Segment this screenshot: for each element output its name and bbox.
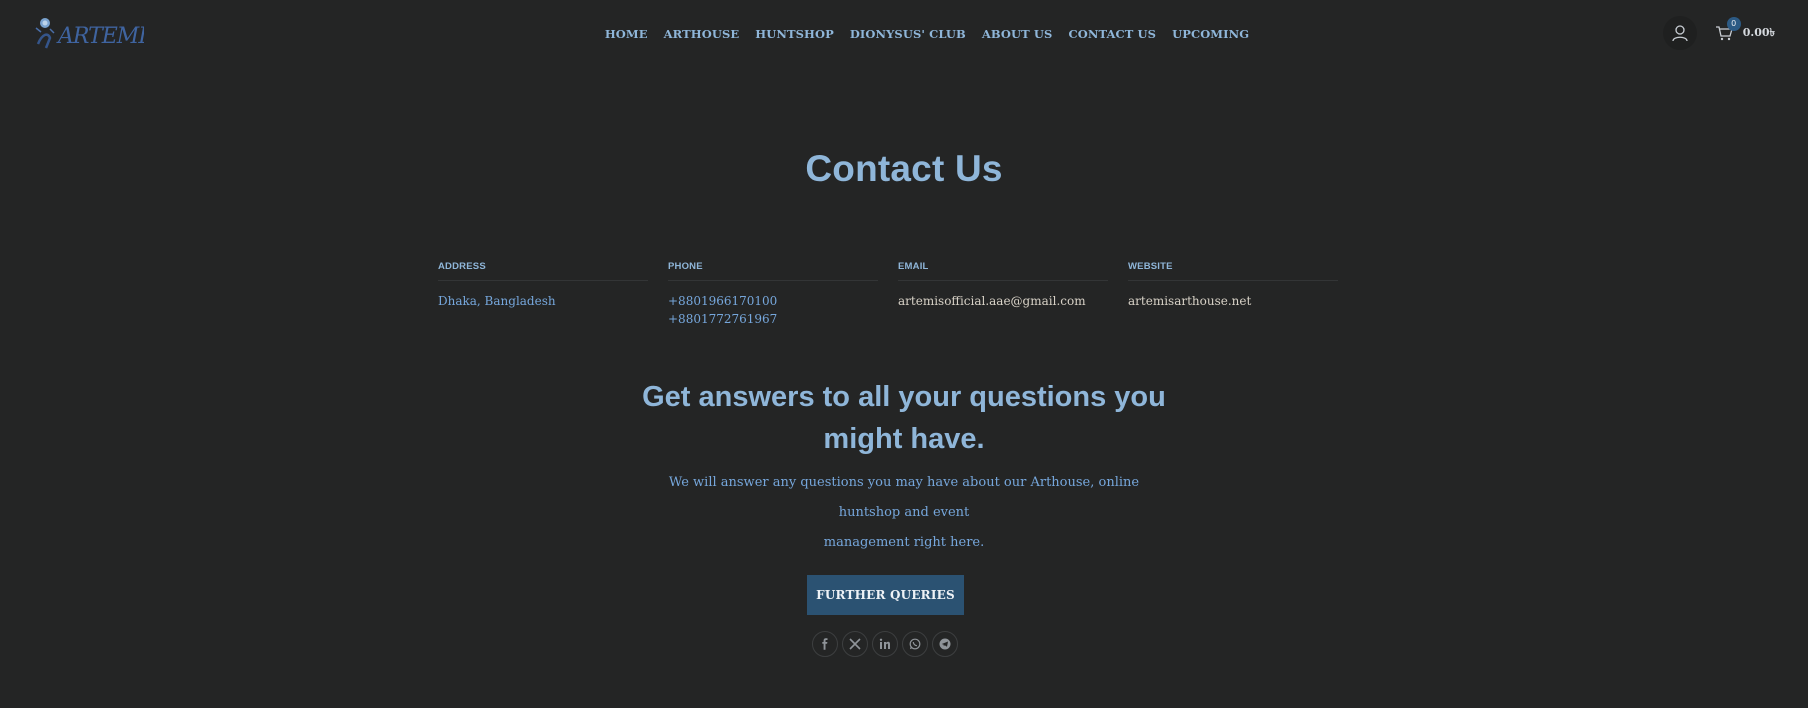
address-label: ADDRESS [438, 261, 648, 281]
telegram-link[interactable] [932, 631, 958, 657]
linkedin-link[interactable] [872, 631, 898, 657]
nav-upcoming[interactable]: UPCOMING [1172, 25, 1249, 43]
email-link[interactable]: artemisofficial.aae@gmail.com [898, 292, 1128, 310]
website-label: WEBSITE [1128, 261, 1338, 281]
phone-values: +8801966170100 +8801772761967 [668, 292, 898, 328]
user-icon [1672, 25, 1688, 42]
social-links [812, 631, 962, 657]
phone-link-2[interactable]: +8801772761967 [668, 310, 898, 328]
nav-dionysus-club[interactable]: DIONYSUS' CLUB [850, 25, 966, 43]
answers-heading-line-1: Get answers to all your questions you [642, 381, 1166, 413]
answers-text-line-1: We will answer any questions you may hav… [668, 475, 1140, 490]
website-link[interactable]: artemisarthouse.net [1128, 292, 1358, 310]
contact-info: ADDRESS Dhaka, Bangladesh PHONE +8801966… [438, 261, 1358, 328]
email-label: EMAIL [898, 261, 1108, 281]
telegram-icon [939, 638, 951, 650]
answers-heading-line-2: might have. [823, 423, 985, 455]
address-block: ADDRESS Dhaka, Bangladesh [438, 261, 668, 328]
x-icon [849, 638, 861, 650]
cart-button[interactable]: 0 0.00৳ [1715, 16, 1775, 43]
answers-text-line-3: management right here. [823, 535, 985, 550]
email-block: EMAIL artemisofficial.aae@gmail.com [898, 261, 1128, 328]
site-header: ARTEMIS HOME ARTHOUSE HUNTSHOP DIONYSUS'… [0, 0, 1808, 68]
address-value[interactable]: Dhaka, Bangladesh [438, 292, 668, 310]
account-button[interactable] [1662, 16, 1697, 50]
nav-about-us[interactable]: ABOUT US [982, 25, 1053, 43]
facebook-link[interactable] [812, 631, 838, 657]
x-link[interactable] [842, 631, 868, 657]
cart-count-badge: 0 [1726, 16, 1741, 31]
phone-label: PHONE [668, 261, 878, 281]
nav-home[interactable]: HOME [605, 25, 648, 43]
whatsapp-link[interactable] [902, 631, 928, 657]
linkedin-icon [879, 638, 890, 649]
nav-huntshop[interactable]: HUNTSHOP [755, 25, 834, 43]
phone-block: PHONE +8801966170100 +8801772761967 [668, 261, 898, 328]
further-queries-button[interactable]: FURTHER QUERIES [807, 575, 964, 615]
whatsapp-icon [909, 638, 921, 650]
answers-description: We will answer any questions you may hav… [0, 468, 1808, 558]
answers-heading: Get answers to all your questions you mi… [0, 376, 1808, 460]
main-nav: HOME ARTHOUSE HUNTSHOP DIONYSUS' CLUB AB… [0, 25, 1808, 43]
nav-arthouse[interactable]: ARTHOUSE [664, 25, 740, 43]
cart-total: 0.00৳ [1742, 25, 1775, 39]
phone-link-1[interactable]: +8801966170100 [668, 292, 898, 310]
nav-contact-us[interactable]: CONTACT US [1068, 25, 1156, 43]
header-actions: 0 0.00৳ [1662, 16, 1775, 50]
facebook-icon [822, 638, 828, 650]
website-block: WEBSITE artemisarthouse.net [1128, 261, 1358, 328]
contact-page: ARTEMIS HOME ARTHOUSE HUNTSHOP DIONYSUS'… [0, 0, 1808, 708]
answers-text-line-2: huntshop and event [838, 505, 970, 520]
page-title: Contact Us [805, 148, 1003, 189]
